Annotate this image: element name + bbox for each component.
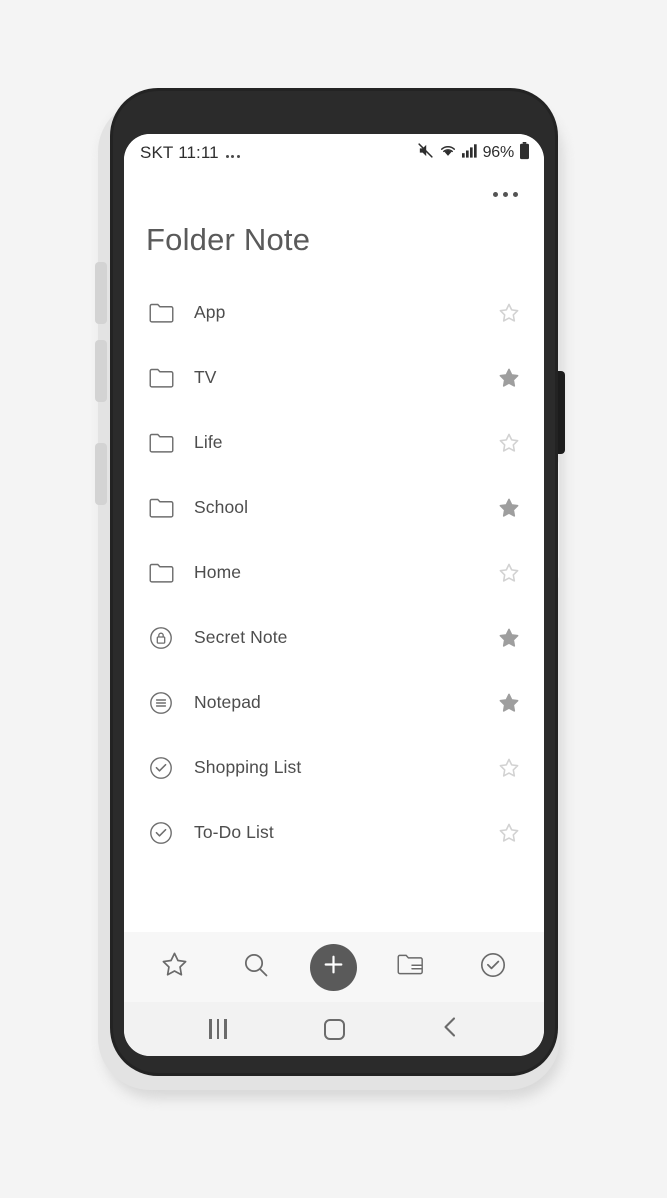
signal-icon xyxy=(461,143,478,163)
list-item-label: Home xyxy=(194,562,242,582)
list-item-label: Life xyxy=(194,432,223,452)
android-nav-bar xyxy=(124,1002,544,1056)
star-outline-icon[interactable] xyxy=(496,430,522,456)
battery-percent: 96% xyxy=(482,144,515,161)
search-tab[interactable] xyxy=(229,940,283,994)
star-filled-icon[interactable] xyxy=(496,690,522,716)
back-button[interactable] xyxy=(427,1009,473,1049)
more-options-icon[interactable] xyxy=(485,184,526,205)
bixby-button[interactable] xyxy=(95,443,107,505)
app-bar xyxy=(124,172,544,216)
list-item-label: TV xyxy=(194,367,217,387)
list-item-label: Secret Note xyxy=(194,627,288,647)
check-circle-icon xyxy=(146,753,176,783)
status-bar-right: 96% xyxy=(417,141,530,165)
star-outline-icon[interactable] xyxy=(496,300,522,326)
lines-circle-icon xyxy=(146,688,176,718)
folder-list-icon xyxy=(397,952,426,982)
list-item-label: App xyxy=(194,302,226,322)
bottom-toolbar xyxy=(124,932,544,1002)
mute-icon xyxy=(417,142,434,164)
check-circle-icon xyxy=(146,818,176,848)
plus-icon xyxy=(321,952,346,982)
status-overflow-icon xyxy=(225,149,240,158)
list-item[interactable]: Home xyxy=(124,540,544,605)
folder-icon xyxy=(146,428,176,458)
check-circle-icon xyxy=(479,951,507,984)
add-button[interactable] xyxy=(310,943,358,991)
star-filled-icon[interactable] xyxy=(496,365,522,391)
phone-screen: SKT 11:11 96% Folder Note App TV Life Sc… xyxy=(124,134,544,1056)
tasks-tab[interactable] xyxy=(466,940,520,994)
page-title: Folder Note xyxy=(146,222,311,257)
list-item[interactable]: To-Do List xyxy=(124,800,544,865)
folder-icon xyxy=(146,298,176,328)
list-item[interactable]: Secret Note xyxy=(124,605,544,670)
status-bar-left: SKT 11:11 xyxy=(140,143,240,163)
carrier-and-time: SKT 11:11 xyxy=(140,143,219,162)
star-outline-icon xyxy=(160,950,189,984)
star-filled-icon[interactable] xyxy=(496,625,522,651)
volume-down-button[interactable] xyxy=(95,340,107,402)
folder-icon xyxy=(146,363,176,393)
list-item[interactable]: Shopping List xyxy=(124,735,544,800)
recents-button[interactable] xyxy=(195,1009,241,1049)
folder-icon xyxy=(146,558,176,588)
star-outline-icon[interactable] xyxy=(496,560,522,586)
lock-circle-icon xyxy=(146,623,176,653)
folders-tab[interactable] xyxy=(385,940,439,994)
list-item[interactable]: TV xyxy=(124,345,544,410)
volume-up-button[interactable] xyxy=(95,262,107,324)
list-item[interactable]: Life xyxy=(124,410,544,475)
star-filled-icon[interactable] xyxy=(496,495,522,521)
list-item[interactable]: Notepad xyxy=(124,670,544,735)
list-item-label: To-Do List xyxy=(194,822,274,842)
list-item-label: School xyxy=(194,497,249,517)
list-item-label: Notepad xyxy=(194,692,261,712)
star-outline-icon[interactable] xyxy=(496,755,522,781)
list-item[interactable]: School xyxy=(124,475,544,540)
home-icon xyxy=(323,1018,345,1040)
status-bar: SKT 11:11 96% xyxy=(124,134,544,172)
search-icon xyxy=(242,951,270,984)
list-item[interactable]: App xyxy=(124,280,544,345)
list-item-label: Shopping List xyxy=(194,757,302,777)
wifi-icon xyxy=(439,143,457,163)
recents-icon xyxy=(209,1019,227,1039)
folder-icon xyxy=(146,493,176,523)
screenshot-canvas: SKT 11:11 96% Folder Note App TV Life Sc… xyxy=(0,0,667,1198)
favorites-tab[interactable] xyxy=(148,940,202,994)
folder-list: App TV Life School Home Secret Note Note… xyxy=(124,280,544,932)
back-chevron-icon xyxy=(439,1015,461,1044)
battery-full-icon xyxy=(519,141,530,165)
star-outline-icon[interactable] xyxy=(496,820,522,846)
home-button[interactable] xyxy=(311,1009,357,1049)
